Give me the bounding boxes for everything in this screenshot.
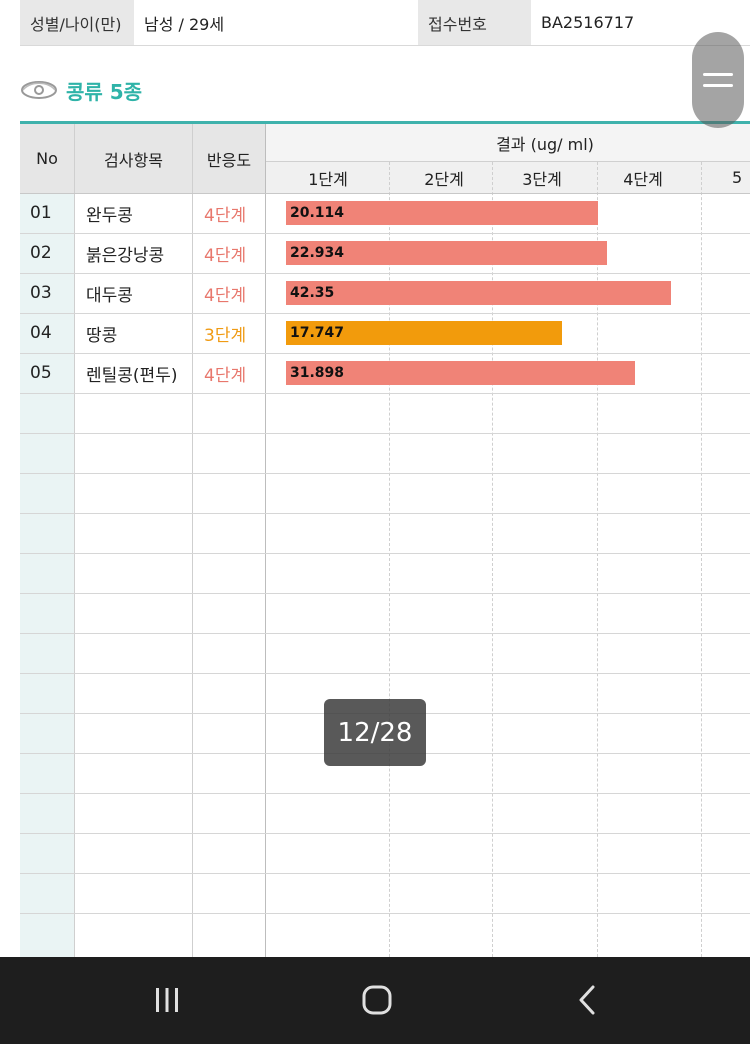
stage-label-1: 1단계: [308, 169, 348, 189]
row-reactivity: 4단계: [204, 285, 247, 306]
back-icon: [579, 985, 595, 1015]
header-item: 검사항목: [104, 150, 163, 170]
row-line: [20, 873, 750, 874]
row-item: 렌틸콩(편두): [86, 365, 178, 386]
system-nav-bar: [0, 957, 750, 1044]
stage-label-4: 4단계: [623, 169, 663, 189]
row-no: 04: [30, 323, 52, 343]
header-reactivity: 반응도: [206, 150, 252, 170]
result-bar: 20.114: [286, 201, 598, 225]
stage-divider-4: [701, 162, 702, 957]
row-line: [20, 313, 750, 314]
row-item: 대두콩: [86, 285, 133, 306]
result-bar: 42.35: [286, 281, 671, 305]
results-table: No 검사항목 반응도 결과 (ug/ ml) 1단계 2단계 3단계 4단계 …: [20, 121, 750, 957]
section-title: 콩류 5종: [66, 79, 143, 104]
row-reactivity: 4단계: [204, 245, 247, 266]
row-no: 05: [30, 363, 52, 383]
row-line: [20, 473, 750, 474]
header-result: 결과 (ug/ ml): [496, 135, 594, 154]
row-line: [20, 673, 750, 674]
row-line: [20, 553, 750, 554]
row-line: [20, 913, 750, 914]
gender-age-value: 남성 / 29세: [134, 0, 418, 45]
row-line: [20, 393, 750, 394]
row-reactivity: 4단계: [204, 205, 247, 226]
row-reactivity: 3단계: [204, 325, 247, 346]
receipt-number-label: 접수번호: [418, 0, 531, 45]
row-line: [20, 593, 750, 594]
row-item: 완두콩: [86, 205, 133, 226]
stage-label-3: 3단계: [522, 169, 562, 189]
row-item: 붉은강낭콩: [86, 245, 165, 266]
row-line: [20, 433, 750, 434]
gender-age-label: 성별/나이(만): [20, 0, 134, 45]
row-line: [20, 793, 750, 794]
header-no: No: [36, 149, 58, 168]
row-no: 01: [30, 203, 52, 223]
section-header: 콩류 5종: [20, 74, 142, 106]
stage-label-2: 2단계: [424, 169, 464, 189]
back-button[interactable]: [563, 977, 613, 1023]
row-line: [20, 513, 750, 514]
row-no: 03: [30, 283, 52, 303]
row-line: [20, 633, 750, 634]
home-icon: [362, 985, 392, 1015]
menu-icon: [703, 84, 733, 87]
row-line: [20, 833, 750, 834]
stage-label-5: 5: [732, 168, 743, 187]
menu-button[interactable]: [692, 32, 744, 128]
patient-info-row: 성별/나이(만) 남성 / 29세 접수번호 BA2516717: [20, 0, 750, 46]
result-bar: 17.747: [286, 321, 562, 345]
row-reactivity: 4단계: [204, 365, 247, 386]
recent-apps-icon: [156, 988, 178, 1012]
menu-icon: [703, 73, 733, 76]
result-header-divider: [265, 161, 750, 162]
result-bar: 22.934: [286, 241, 607, 265]
eye-icon: [21, 81, 57, 99]
recent-apps-button[interactable]: [142, 977, 192, 1023]
page-indicator: 12/28: [324, 699, 426, 766]
home-button[interactable]: [352, 977, 402, 1023]
row-no: 02: [30, 243, 52, 263]
result-bar: 31.898: [286, 361, 635, 385]
row-item: 땅콩: [86, 325, 118, 346]
